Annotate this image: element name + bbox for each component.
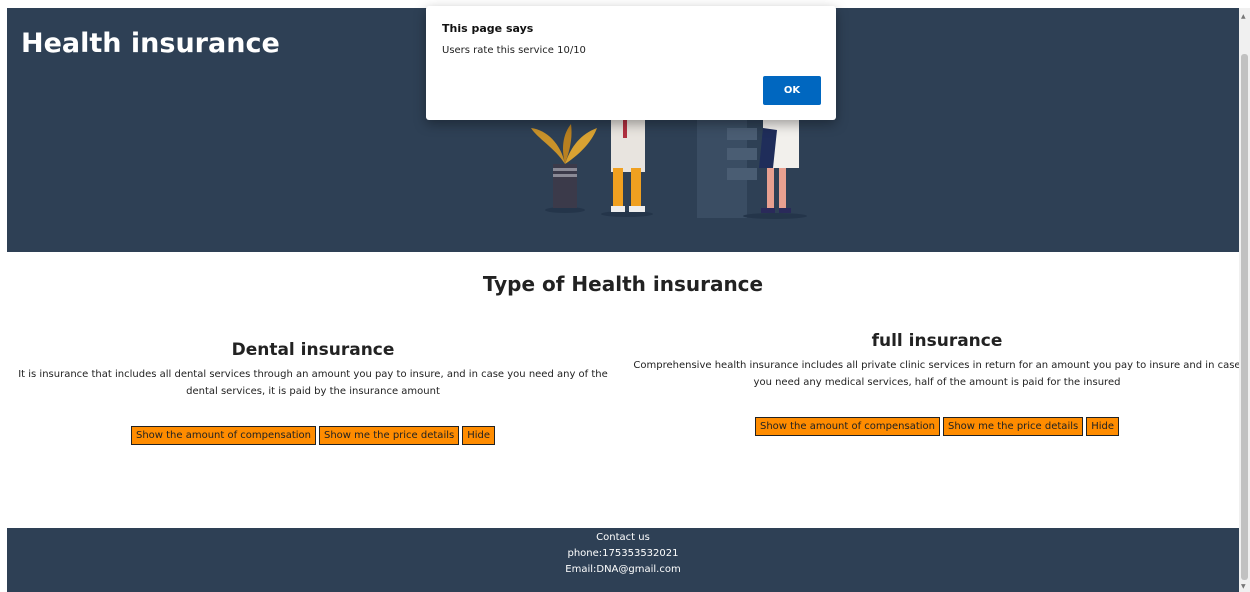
hide-button[interactable]: Hide	[1086, 417, 1120, 436]
card-title: full insurance	[871, 331, 1003, 351]
contact-heading: Contact us	[596, 532, 650, 543]
phone-text: phone:175353532021	[567, 548, 679, 559]
dental-insurance-card: Dental insurance It is insurance that in…	[7, 340, 619, 445]
card-description: It is insurance that includes all dental…	[18, 369, 608, 397]
alert-dialog: This page says Users rate this service 1…	[426, 6, 836, 120]
scroll-up-arrow-icon[interactable]: ▲	[1241, 13, 1246, 20]
hide-button[interactable]: Hide	[462, 426, 496, 445]
full-insurance-card: full insurance Comprehensive health insu…	[630, 331, 1244, 436]
vertical-scrollbar[interactable]: ▲ ▼	[1239, 8, 1250, 592]
button-row: Show the amount of compensation Show me …	[630, 417, 1244, 436]
section-title: Type of Health insurance	[482, 272, 764, 296]
footer: Contact us phone:175353532021 Email:DNA@…	[7, 528, 1239, 592]
show-compensation-button[interactable]: Show the amount of compensation	[130, 426, 316, 445]
card-title: Dental insurance	[231, 340, 395, 360]
button-row: Show the amount of compensation Show me …	[7, 426, 619, 445]
dialog-message: Users rate this service 10/10	[442, 45, 586, 56]
dialog-title: This page says	[442, 22, 534, 35]
scroll-down-arrow-icon[interactable]: ▼	[1241, 583, 1246, 590]
ok-button[interactable]: OK	[763, 76, 821, 105]
page-title: Health insurance	[21, 28, 280, 59]
show-compensation-button[interactable]: Show the amount of compensation	[754, 417, 940, 436]
email-text: Email:DNA@gmail.com	[565, 564, 681, 575]
show-price-details-button[interactable]: Show me the price details	[319, 426, 460, 445]
scrollbar-thumb[interactable]	[1241, 54, 1248, 580]
show-price-details-button[interactable]: Show me the price details	[943, 417, 1084, 436]
card-description: Comprehensive health insurance includes …	[633, 360, 1241, 388]
